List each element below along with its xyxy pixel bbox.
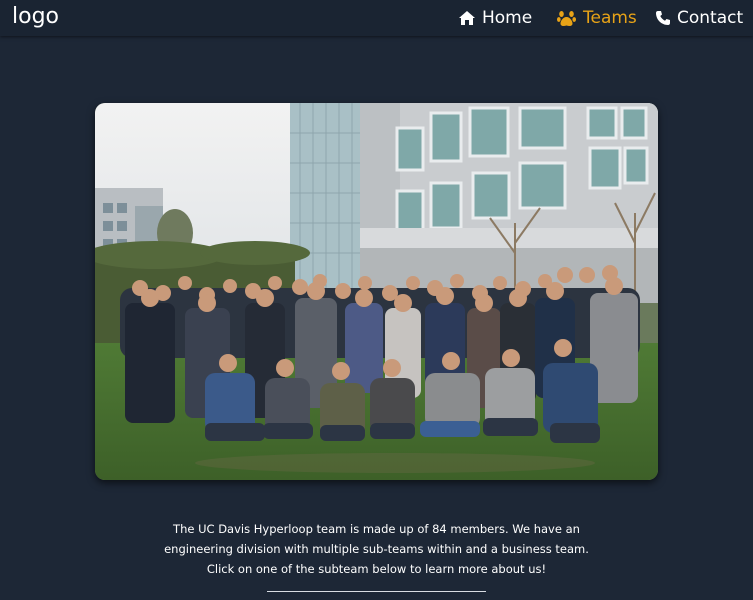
team-photo xyxy=(95,103,658,480)
phone-icon xyxy=(656,11,670,25)
nav-contact-label: Contact xyxy=(677,8,744,28)
section-divider xyxy=(267,591,486,592)
home-icon xyxy=(459,11,475,25)
site-logo[interactable]: logo xyxy=(12,3,59,31)
nav-teams-link[interactable]: Teams xyxy=(557,6,637,30)
nav-home-link[interactable]: Home xyxy=(459,6,532,30)
nav-teams-label: Teams xyxy=(583,8,637,28)
nav-contact-link[interactable]: Contact xyxy=(656,6,743,30)
top-navbar: logo Home Teams Contact xyxy=(0,0,753,36)
nav-home-label: Home xyxy=(482,8,533,28)
paw-icon xyxy=(557,10,576,27)
team-intro-text: The UC Davis Hyperloop team is made up o… xyxy=(164,521,589,576)
